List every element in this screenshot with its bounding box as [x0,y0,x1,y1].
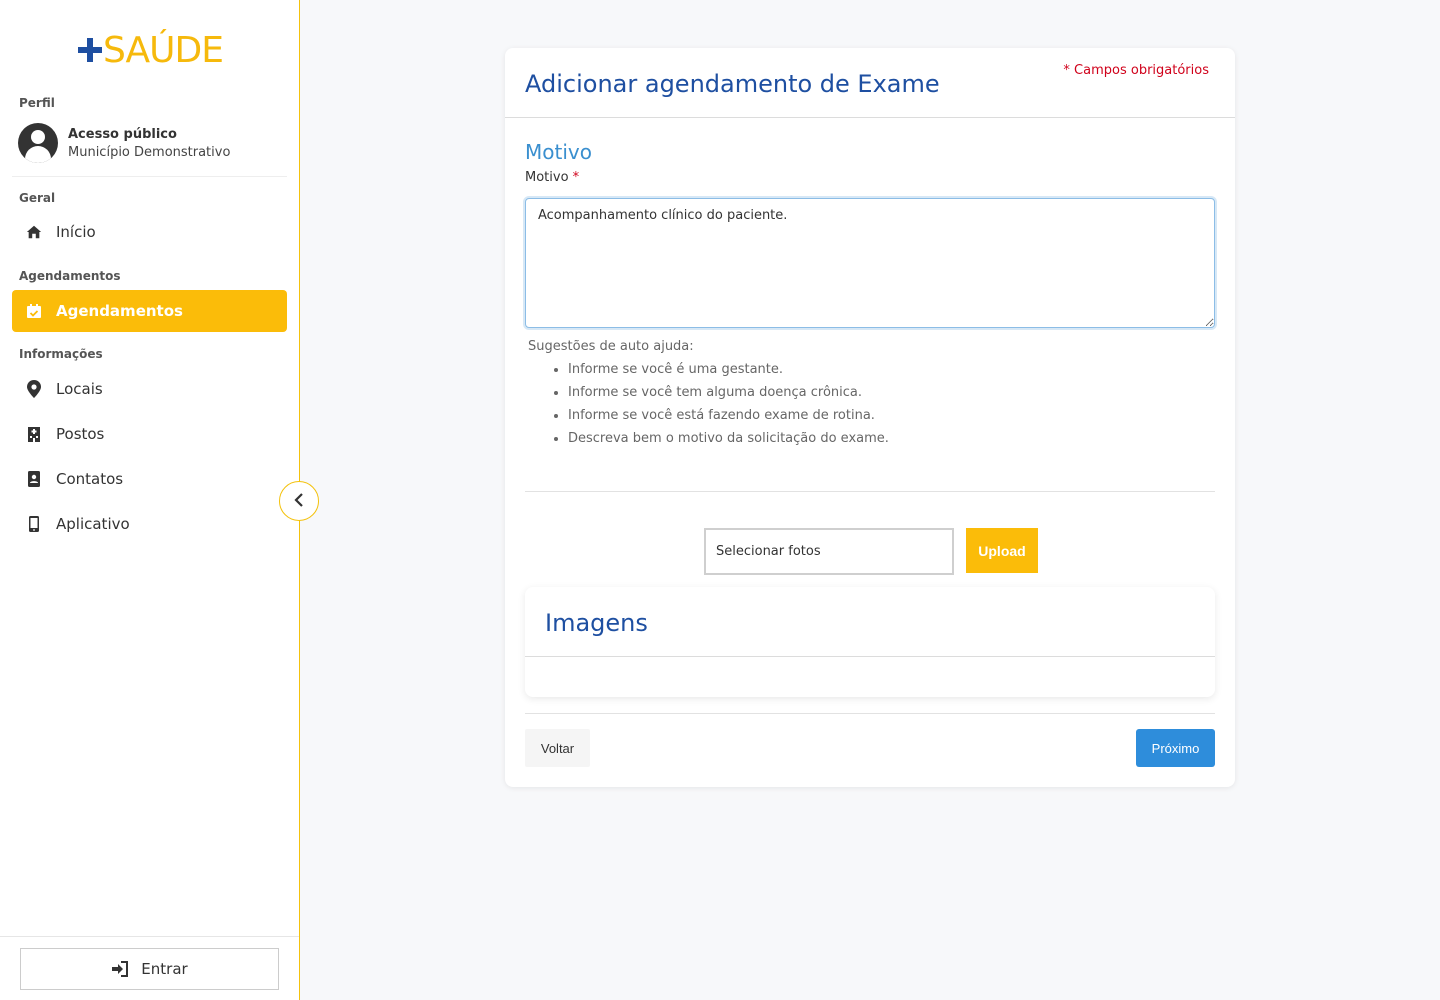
images-title: Imagens [545,609,648,637]
next-button[interactable]: Próximo [1136,729,1215,767]
motivo-textarea[interactable]: Acompanhamento clínico do paciente. [525,198,1215,328]
required-fields-note: * Campos obrigatórios [1063,63,1209,78]
back-button[interactable]: Voltar [525,729,590,767]
map-pin-icon [26,380,42,398]
sidebar-item-inicio[interactable]: Início [12,211,287,253]
section-title-motivo: Motivo [525,140,592,164]
sidebar-item-label: Locais [56,380,103,398]
upload-button[interactable]: Upload [966,528,1038,573]
user-avatar-icon [18,123,58,163]
section-divider [525,491,1215,492]
app-logo[interactable]: SAÚDE [78,28,224,72]
sidebar: SAÚDE Perfil Acesso público Município De… [0,0,300,1000]
chevron-left-icon [294,492,304,511]
calendar-check-icon [26,303,42,319]
address-book-icon [26,471,42,487]
login-label: Entrar [141,960,188,978]
section-label-informacoes: Informações [19,347,103,361]
section-label-geral: Geral [19,191,56,205]
images-panel: Imagens [525,587,1215,697]
sidebar-item-label: Aplicativo [56,515,130,533]
sidebar-item-postos[interactable]: Postos [12,413,287,455]
section-label-agendamentos: Agendamentos [19,269,121,283]
footer-divider [525,713,1215,714]
profile-section-label: Perfil [19,96,55,110]
sidebar-item-aplicativo[interactable]: Aplicativo [12,503,287,545]
photo-file-input[interactable]: Selecionar fotos [704,528,954,575]
building-icon [26,426,42,442]
required-mark: * [572,170,580,185]
plus-icon [78,38,102,62]
sidebar-item-agendamentos[interactable]: Agendamentos [12,290,287,332]
sidebar-item-label: Postos [56,425,105,443]
list-item: Informe se você está fazendo exame de ro… [568,407,889,430]
form-header: Adicionar agendamento de Exame * Campos … [505,48,1235,118]
sidebar-item-locais[interactable]: Locais [12,368,287,410]
home-icon [26,224,42,240]
list-item: Descreva bem o motivo da solicitação do … [568,430,889,453]
sidebar-item-contatos[interactable]: Contatos [12,458,287,500]
profile: Acesso público Município Demonstrativo [18,123,230,163]
exam-appointment-form: Adicionar agendamento de Exame * Campos … [505,48,1235,787]
mobile-phone-icon [26,516,42,532]
help-suggestions-title: Sugestões de auto ajuda: [528,339,694,354]
sidebar-footer: Entrar [0,936,299,1000]
list-item: Informe se você é uma gestante. [568,361,889,384]
list-item: Informe se você tem alguma doença crônic… [568,384,889,407]
login-button[interactable]: Entrar [20,948,279,990]
profile-name: Acesso público [68,126,177,142]
sidebar-collapse-button[interactable] [279,481,319,521]
sign-in-icon [111,961,129,977]
sidebar-item-label: Agendamentos [56,302,183,320]
images-divider [525,656,1215,657]
sidebar-item-label: Início [56,223,96,241]
page-title: Adicionar agendamento de Exame [525,70,940,98]
logo-text: SAÚDE [103,29,224,71]
motivo-field-label: Motivo * [525,170,580,185]
sidebar-item-label: Contatos [56,470,124,488]
profile-divider [12,176,287,177]
help-suggestions-list: Informe se você é uma gestante. Informe … [547,361,889,453]
profile-municipality: Município Demonstrativo [68,144,231,160]
